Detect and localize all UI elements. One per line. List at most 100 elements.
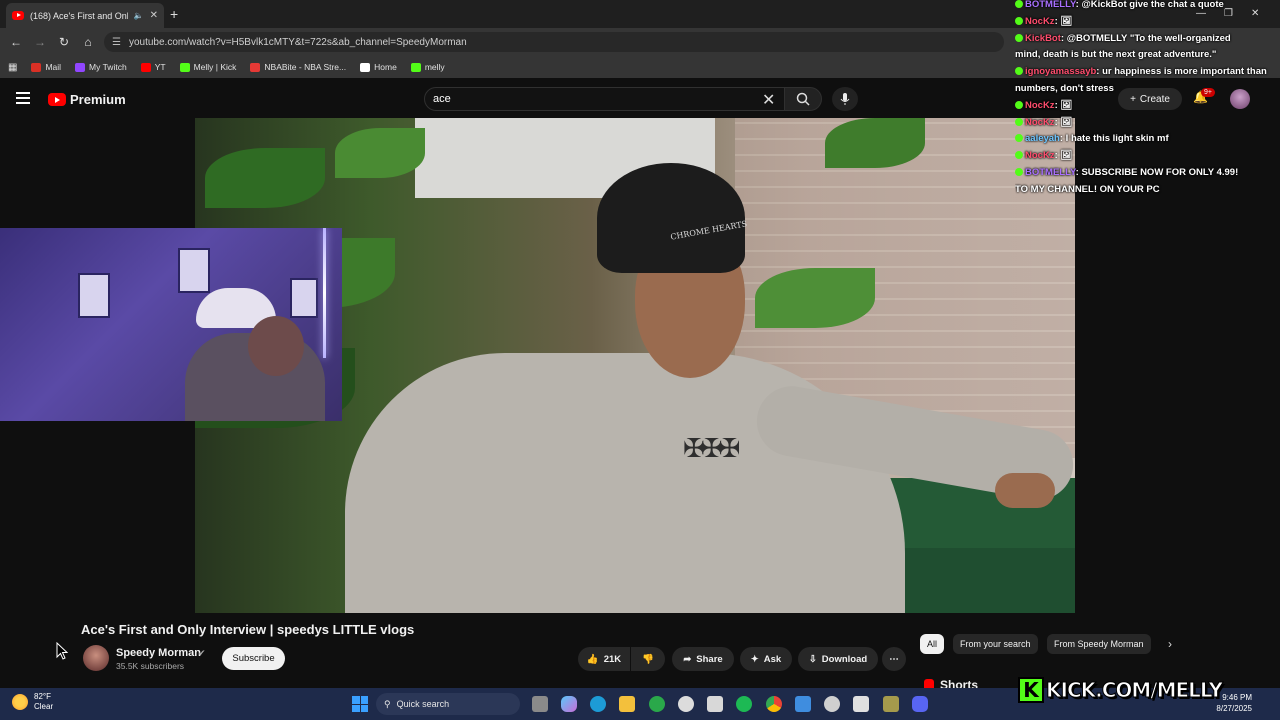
app-icon[interactable]: [883, 696, 899, 712]
bookmark-yt[interactable]: YT: [140, 62, 166, 72]
download-icon: ⇩: [808, 653, 817, 665]
chat-text: : @KickBot give the chat a quote: [1075, 0, 1224, 10]
address-bar[interactable]: ☰ youtube.com/watch?v=H5Bvlk1cMTY&t=722s…: [104, 32, 1004, 52]
chat-message: BOTMELLY: SUBSCRIBE NOW FOR ONLY 4.99!: [1015, 164, 1280, 181]
chat-username[interactable]: BOTMELLY: [1025, 167, 1076, 178]
chat-message: numbers, don't stress: [1015, 80, 1280, 97]
more-icon: ⋯: [889, 653, 899, 665]
verified-icon: ✔: [198, 648, 206, 658]
bookmark-mail[interactable]: Mail: [31, 62, 61, 72]
chat-text: TO MY CHANNEL! ON YOUR PC: [1015, 183, 1160, 195]
download-button[interactable]: ⇩ Download: [798, 647, 878, 671]
edge-icon[interactable]: [590, 696, 606, 712]
chat-text: : 🖼: [1054, 99, 1073, 111]
share-button[interactable]: ➦ Share: [672, 647, 734, 671]
chip-all[interactable]: All: [920, 634, 945, 654]
weather-widget[interactable]: 82°F Clear: [12, 692, 53, 712]
taskbar-search-icon: ⚲: [384, 698, 391, 709]
video-scene-hand: [995, 473, 1055, 508]
bookmark-nbabite[interactable]: NBABite - NBA Stre...: [250, 62, 346, 72]
hamburger-menu-icon[interactable]: [16, 92, 30, 107]
chat-username[interactable]: KickBot: [1025, 33, 1061, 44]
bookmark-my-twitch[interactable]: My Twitch: [75, 62, 127, 72]
chat-message: NocKz: 🖼: [1015, 97, 1280, 114]
chat-badge-icon: [1015, 16, 1023, 25]
chat-badge-icon: [1015, 168, 1023, 176]
back-icon[interactable]: ←: [4, 35, 28, 49]
chat-badge-icon: [1015, 100, 1023, 109]
chat-username[interactable]: NocKz: [1025, 100, 1055, 111]
bookmark-melly[interactable]: melly: [410, 62, 445, 72]
search-button[interactable]: [784, 87, 822, 111]
chat-username[interactable]: aaleyah: [1025, 133, 1060, 144]
clear-search-icon[interactable]: ✕: [762, 90, 775, 110]
windows-start-icon[interactable]: [352, 696, 368, 712]
thumbs-up-icon: 👍: [586, 653, 599, 665]
microphone-icon: [840, 93, 850, 105]
video-scene-leaf: [205, 148, 325, 208]
reload-icon[interactable]: ↻: [52, 35, 76, 49]
browser-tab[interactable]: (168) Ace's First and Only I 🔈 ✕: [6, 3, 164, 28]
webcam-streamer-head: [248, 316, 304, 376]
weather-sun-icon: [12, 694, 28, 710]
bookmark-melly-kick[interactable]: Melly | Kick: [179, 62, 236, 72]
chat-text: mind, death is but the next great advent…: [1015, 49, 1217, 61]
chat-text: : 🖼: [1054, 150, 1073, 162]
kick-icon: [410, 62, 421, 72]
chat-username[interactable]: NocKz: [1025, 16, 1055, 27]
x-icon: [360, 62, 371, 72]
media-player-icon[interactable]: [824, 696, 840, 712]
brand-label: Premium: [70, 92, 126, 107]
kick-url-text: KICK.COM/MELLY: [1045, 678, 1223, 703]
dislike-button[interactable]: 👎: [631, 647, 665, 671]
xbox-icon[interactable]: [649, 696, 665, 712]
youtube-favicon-icon: [12, 11, 24, 20]
chat-username[interactable]: BOTMELLY: [1025, 0, 1076, 10]
chat-username[interactable]: ignoyamassayb: [1025, 66, 1096, 77]
store-icon[interactable]: [707, 696, 723, 712]
chat-message: NocKz: 🖼: [1015, 13, 1280, 30]
spotify-icon[interactable]: [736, 696, 752, 712]
channel-avatar[interactable]: [83, 645, 109, 671]
voice-search-button[interactable]: [832, 87, 858, 111]
taskbar-search[interactable]: ⚲ Quick search: [376, 693, 520, 715]
streamer-webcam: [0, 228, 342, 421]
site-info-icon[interactable]: ☰: [112, 37, 121, 48]
forward-icon[interactable]: →: [28, 35, 52, 49]
kick-icon: [179, 62, 190, 72]
chrome-icon[interactable]: [766, 696, 782, 712]
chat-text: : 🖼: [1054, 116, 1073, 128]
discord-icon[interactable]: [912, 696, 928, 712]
file-explorer-icon[interactable]: [532, 696, 548, 712]
chip-from-your-search[interactable]: From your search: [953, 634, 1038, 654]
webcam-light-strip: [323, 228, 326, 358]
ask-button[interactable]: ✦ Ask: [740, 647, 792, 671]
youtube-premium-logo[interactable]: Premium: [48, 92, 126, 107]
youtube-icon: [140, 62, 151, 72]
chat-username[interactable]: NocKz: [1025, 150, 1055, 161]
photos-icon[interactable]: [795, 696, 811, 712]
hoodie-cross-logo: ✠✠✠: [683, 433, 740, 463]
like-button[interactable]: 👍 21K: [578, 647, 630, 671]
search-input[interactable]: ace: [424, 87, 786, 111]
github-icon[interactable]: [678, 696, 694, 712]
new-tab-icon[interactable]: +: [170, 6, 178, 22]
chip-from-speedy-morman[interactable]: From Speedy Morman: [1047, 634, 1151, 654]
close-tab-icon[interactable]: ✕: [150, 10, 158, 21]
chips-next-icon[interactable]: ›: [1168, 637, 1172, 651]
home-icon[interactable]: ⌂: [76, 35, 100, 49]
search-query: ace: [433, 93, 451, 105]
bookmark-home[interactable]: Home: [360, 62, 397, 72]
gmail-icon: [31, 62, 42, 72]
copilot-icon[interactable]: [561, 696, 577, 712]
chat-message: ignoyamassayb: ur happiness is more impo…: [1015, 63, 1280, 80]
apps-grid-icon[interactable]: ▦: [8, 62, 17, 73]
video-scene-leaf: [755, 268, 875, 328]
folder-icon[interactable]: [619, 696, 635, 712]
capcut-icon[interactable]: [853, 696, 869, 712]
channel-name[interactable]: Speedy Morman: [116, 647, 201, 659]
chat-message: BOTMELLY: @KickBot give the chat a quote: [1015, 0, 1280, 13]
subscribe-button[interactable]: Subscribe: [222, 647, 285, 670]
chat-username[interactable]: NocKz: [1025, 117, 1055, 128]
more-actions-button[interactable]: ⋯: [882, 647, 906, 671]
